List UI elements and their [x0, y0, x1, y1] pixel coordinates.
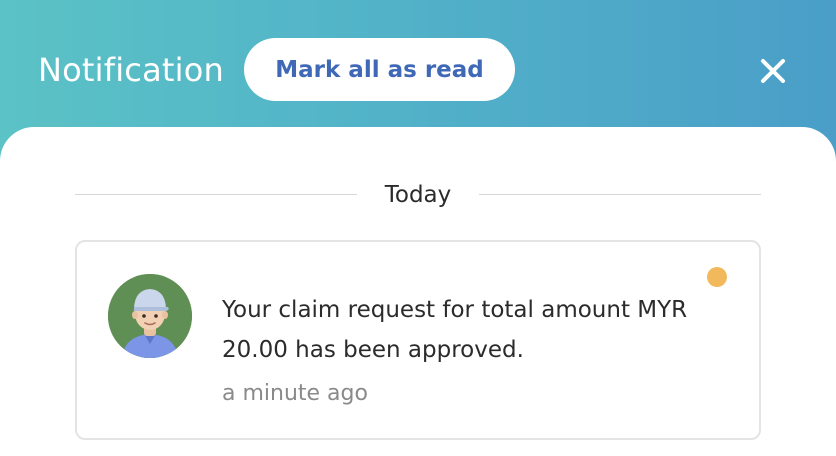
- notification-header: Notification Mark all as read: [0, 0, 836, 130]
- notification-card[interactable]: Your claim request for total amount MYR …: [75, 240, 761, 440]
- notification-screen: Notification Mark all as read Today Your…: [0, 0, 836, 456]
- divider-line-left: [75, 194, 357, 195]
- user-avatar: [108, 274, 192, 358]
- close-button[interactable]: [756, 54, 790, 88]
- date-group-label: Today: [384, 182, 452, 208]
- notification-panel: Today Your claim request for total amoun…: [0, 127, 836, 456]
- close-icon: [761, 59, 785, 83]
- divider-line-right: [479, 194, 761, 195]
- avatar-icon: [108, 274, 192, 358]
- page-title: Notification: [38, 51, 225, 89]
- unread-indicator: [707, 267, 727, 287]
- mark-all-read-button[interactable]: Mark all as read: [244, 38, 515, 101]
- date-divider: Today: [75, 181, 761, 211]
- notification-message: Your claim request for total amount MYR …: [222, 297, 688, 363]
- notification-timestamp: a minute ago: [222, 381, 368, 406]
